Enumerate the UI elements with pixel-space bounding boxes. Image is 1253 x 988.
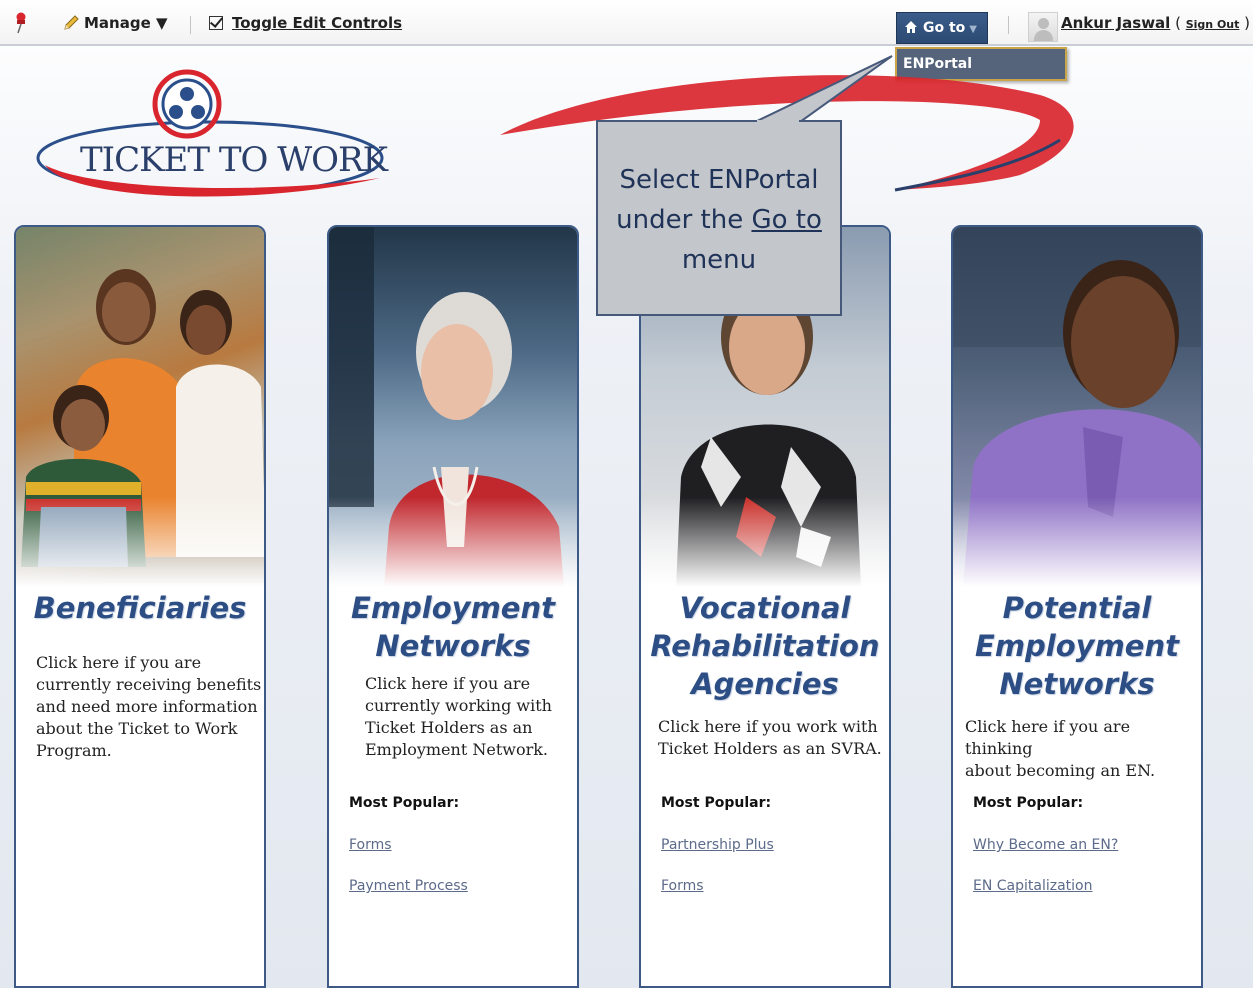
card-potential-employment-networks[interactable]: Potential Employment Networks Click here…: [951, 225, 1203, 988]
employment-networks-photo: [329, 227, 577, 587]
card-title-line: Employment: [351, 591, 555, 625]
card-title-line: Potential: [1002, 591, 1152, 625]
card-title-line: Employment: [975, 629, 1179, 663]
link-partnership-plus[interactable]: Partnership Plus: [661, 837, 774, 853]
card-description: Click here if you are currently working …: [365, 673, 552, 761]
beneficiaries-photo: [16, 227, 264, 587]
card-desc-line: currently receiving benefits: [36, 675, 262, 694]
card-description: Click here if you are thinking about bec…: [965, 716, 1201, 782]
callout-goto-text: Go to: [751, 205, 822, 235]
card-desc-line: Program.: [36, 741, 112, 760]
callout-text: under the: [616, 205, 752, 235]
link-why-become-an-en[interactable]: Why Become an EN?: [973, 837, 1118, 853]
ticket-to-work-logo[interactable]: TICKET TO WORK: [0, 0, 400, 210]
card-title[interactable]: Beneficiaries: [16, 589, 264, 627]
card-desc-line: Ticket Holders as an: [365, 718, 533, 737]
card-title-line: Beneficiaries: [33, 591, 247, 625]
card-desc-line: Click here if you are: [36, 653, 202, 672]
most-popular-heading: Most Popular:: [349, 795, 460, 811]
card-desc-line: Ticket Holders as an SVRA.: [658, 739, 882, 758]
card-title-line: Vocational: [679, 591, 851, 625]
logo-text: TICKET TO WORK: [80, 140, 388, 180]
instruction-callout: Select ENPortal under the Go to menu: [596, 120, 842, 316]
card-beneficiaries[interactable]: Beneficiaries Click here if you are curr…: [14, 225, 266, 988]
card-vocational-rehabilitation-agencies[interactable]: Vocational Rehabilitation Agencies Click…: [639, 225, 891, 988]
link-payment-process[interactable]: Payment Process: [349, 878, 468, 894]
card-description: Click here if you work with Ticket Holde…: [658, 716, 882, 760]
card-desc-line: Click here if you work with: [658, 717, 878, 736]
link-forms[interactable]: Forms: [349, 837, 392, 853]
card-title-line: Rehabilitation: [650, 629, 880, 663]
card-title-line: Networks: [999, 667, 1155, 701]
link-forms[interactable]: Forms: [661, 878, 704, 894]
card-desc-line: Click here if you are: [365, 674, 531, 693]
most-popular-heading: Most Popular:: [973, 795, 1084, 811]
link-en-capitalization[interactable]: EN Capitalization: [973, 878, 1093, 894]
card-title[interactable]: Employment Networks: [329, 589, 577, 665]
card-desc-line: and need more information: [36, 697, 258, 716]
card-title-line: Networks: [375, 629, 531, 663]
card-description: Click here if you are currently receivin…: [36, 652, 261, 762]
card-desc-line: about the Ticket to Work: [36, 719, 238, 738]
card-employment-networks[interactable]: Employment Networks Click here if you ar…: [327, 225, 579, 988]
most-popular-heading: Most Popular:: [661, 795, 772, 811]
card-desc-line: Click here if you are thinking: [965, 717, 1131, 758]
card-desc-line: Employment Network.: [365, 740, 548, 759]
callout-line: under the Go to: [598, 200, 840, 240]
card-desc-line: currently working with: [365, 696, 552, 715]
callout-line: menu: [681, 245, 757, 275]
callout-line: Select ENPortal: [619, 165, 819, 195]
card-title[interactable]: Potential Employment Networks: [953, 589, 1201, 703]
card-desc-line: about becoming an EN.: [965, 761, 1156, 780]
potential-employment-networks-photo: [953, 227, 1201, 587]
card-title-line: Agencies: [691, 667, 839, 701]
card-title[interactable]: Vocational Rehabilitation Agencies: [641, 589, 889, 703]
